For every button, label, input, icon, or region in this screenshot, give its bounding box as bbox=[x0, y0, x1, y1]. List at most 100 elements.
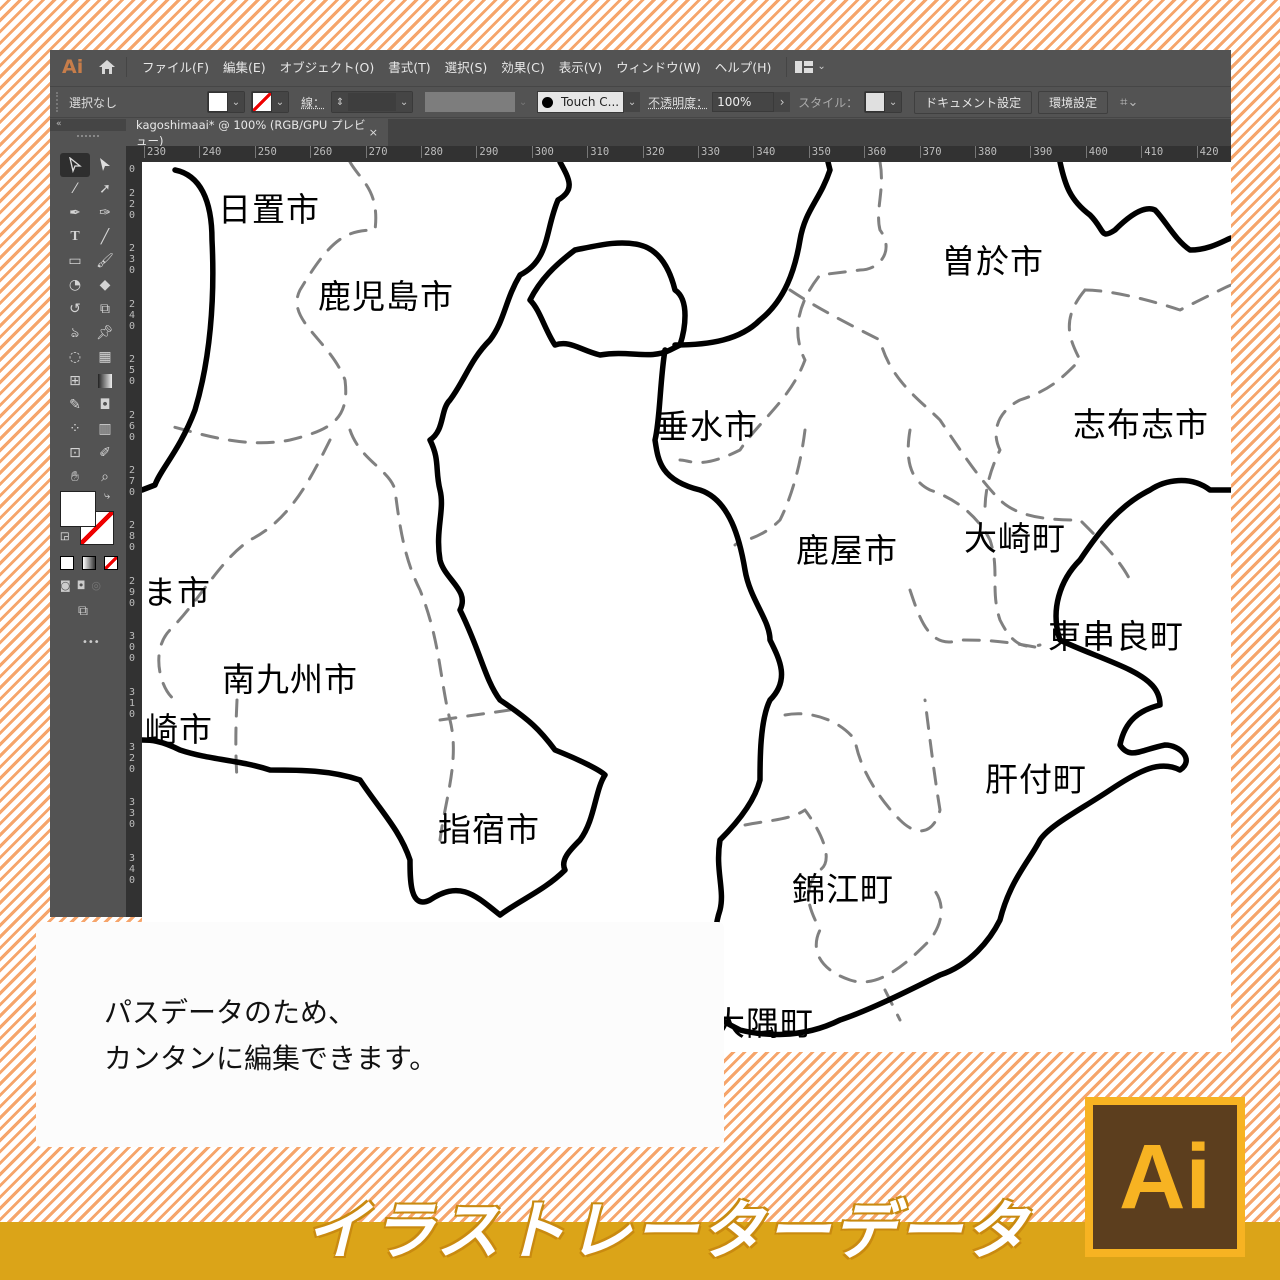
stroke-color-picker[interactable]: ⌄ bbox=[251, 91, 289, 113]
zoom-tool-icon[interactable]: ⌕ bbox=[90, 465, 120, 489]
pin-tool-icon[interactable]: 📌︎ bbox=[90, 321, 120, 345]
puppet-warp-tool-icon[interactable]: ঌ bbox=[60, 321, 90, 345]
close-icon[interactable]: × bbox=[369, 126, 378, 139]
stroke-label[interactable]: 線： bbox=[301, 94, 325, 111]
none-mode-icon[interactable] bbox=[104, 556, 118, 570]
variable-width-profile[interactable] bbox=[425, 92, 516, 112]
document-setup-button[interactable]: ドキュメント設定 bbox=[914, 90, 1033, 114]
place-label: 鹿屋市 bbox=[796, 531, 898, 570]
panel-grip[interactable] bbox=[77, 135, 99, 141]
color-mode-icon[interactable] bbox=[60, 556, 74, 570]
chevron-down-icon[interactable]: ⌄ bbox=[624, 92, 641, 112]
color-mode-buttons bbox=[60, 556, 118, 570]
magic-wand-tool-icon[interactable]: ⁄ bbox=[60, 177, 90, 201]
direct-selection-tool-icon[interactable] bbox=[90, 153, 120, 177]
blend-tool-icon[interactable]: ◘ bbox=[90, 393, 120, 417]
screen-mode-icon[interactable]: ⧉ bbox=[78, 603, 88, 619]
menu-view[interactable]: 表示(V) bbox=[559, 57, 602, 76]
illustrator-logo-inner: Ai bbox=[1093, 1105, 1237, 1249]
place-label: 日置市 bbox=[218, 190, 320, 229]
shape-builder-tool-icon[interactable]: ◌ bbox=[60, 345, 90, 369]
scale-tool-icon[interactable]: ⧉ bbox=[90, 297, 120, 321]
edit-toolbar-icon[interactable]: ••• bbox=[82, 637, 100, 648]
mesh-tool-icon[interactable]: ⊞ bbox=[60, 369, 90, 393]
rotate-tool-icon[interactable]: ↺ bbox=[60, 297, 90, 321]
draw-behind-icon[interactable]: ◘ bbox=[77, 579, 86, 592]
opacity-label[interactable]: 不透明度： bbox=[648, 94, 708, 111]
draw-normal-icon[interactable]: ◙ bbox=[60, 579, 71, 592]
hand-tool-icon[interactable]: ✋︎ bbox=[60, 465, 90, 489]
stepper-icon[interactable]: ⇕ bbox=[332, 92, 349, 112]
menu-edit[interactable]: 編集(E) bbox=[223, 57, 266, 76]
slice-tool-icon[interactable]: ✐ bbox=[90, 441, 120, 465]
home-icon[interactable] bbox=[96, 57, 118, 77]
stroke-weight-input[interactable] bbox=[348, 93, 397, 111]
ruler-tick-label: 380 bbox=[975, 146, 997, 158]
opacity-input[interactable]: 100% bbox=[712, 92, 775, 112]
curvature-tool-icon[interactable]: ✑ bbox=[90, 201, 120, 225]
draw-inside-icon[interactable]: ◎ bbox=[91, 579, 101, 592]
ruler-tick-label: 290 bbox=[129, 575, 136, 609]
default-fill-stroke-icon[interactable]: ◲ bbox=[60, 531, 69, 542]
line-tool-icon[interactable]: ╱ bbox=[90, 225, 120, 249]
collapse-panel-icon[interactable]: « bbox=[50, 119, 126, 131]
artboard-canvas[interactable] bbox=[142, 162, 1231, 917]
document-tab-title: kagoshimaai* @ 100% (RGB/GPU プレビュー) bbox=[136, 117, 366, 148]
menu-help[interactable]: ヘルプ(H) bbox=[715, 57, 772, 76]
vertical-ruler[interactable]: 0 220 230 240 250 260 270 280 290 300 310 320 330 340 bbox=[126, 146, 142, 917]
ruler-tick-label: 310 bbox=[129, 686, 136, 720]
selection-tool-icon[interactable] bbox=[60, 153, 90, 177]
gradient-mode-icon[interactable] bbox=[82, 556, 96, 570]
preferences-button[interactable]: 環境設定 bbox=[1038, 90, 1109, 114]
menu-object[interactable]: オブジェクト(O) bbox=[280, 57, 375, 76]
chevron-down-icon: ⌄ bbox=[518, 96, 528, 108]
artboard-tool-icon[interactable]: ⊡ bbox=[60, 441, 90, 465]
menu-select[interactable]: 選択(S) bbox=[445, 57, 488, 76]
ruler-tick-label: 280 bbox=[129, 520, 136, 554]
menu-file[interactable]: ファイル(F) bbox=[142, 57, 209, 76]
brush-definition-dropdown[interactable]: Touch C... bbox=[537, 91, 625, 113]
place-label: 大崎町 bbox=[964, 519, 1066, 558]
chevron-down-icon: ⌄ bbox=[817, 61, 826, 72]
arrange-documents-icon[interactable]: ⌗⌄ bbox=[1120, 95, 1138, 110]
place-label: 志布志市 bbox=[1073, 405, 1209, 444]
ruler-tick-label: 250 bbox=[129, 354, 136, 388]
column-graph-tool-icon[interactable]: ▥ bbox=[90, 417, 120, 441]
rectangle-tool-icon[interactable]: ▭ bbox=[60, 249, 90, 273]
stroke-weight-field[interactable]: ⇕ ⌄ bbox=[331, 91, 414, 113]
ruler-tick-label: 230 bbox=[129, 243, 136, 277]
horizontal-ruler[interactable]: 230 240 250 260 270 280 290 300 310 320 330 340 350 3… bbox=[142, 146, 1231, 162]
chevron-right-icon[interactable]: › bbox=[774, 92, 791, 112]
eyedropper-tool-icon[interactable]: ✎ bbox=[60, 393, 90, 417]
symbol-sprayer-tool-icon[interactable]: ⁘ bbox=[60, 417, 90, 441]
swap-fill-stroke-icon[interactable]: ⤷ bbox=[104, 489, 110, 503]
ruler-tick-label: 300 bbox=[129, 631, 136, 665]
place-label: 大隅町 bbox=[712, 1004, 814, 1043]
ruler-tick-label: 320 bbox=[129, 742, 136, 775]
type-tool-icon[interactable]: T bbox=[60, 225, 90, 249]
menu-effect[interactable]: 効果(C) bbox=[501, 57, 544, 76]
perspective-grid-tool-icon[interactable]: ▦ bbox=[90, 345, 120, 369]
workspace-switcher-icon[interactable]: ⌄ bbox=[795, 60, 826, 73]
paintbrush-tool-icon[interactable]: 🖌︎ bbox=[90, 249, 120, 273]
illustrator-logo-text: Ai bbox=[1119, 1125, 1211, 1228]
lasso-tool-icon[interactable]: ➚ bbox=[90, 177, 120, 201]
eraser-tool-icon[interactable]: ◆ bbox=[90, 273, 120, 297]
ruler-tick-label: 290 bbox=[476, 146, 498, 158]
fill-stroke-widget[interactable]: ⤷ ◲ bbox=[60, 489, 118, 547]
document-tab[interactable]: kagoshimaai* @ 100% (RGB/GPU プレビュー) × bbox=[126, 117, 388, 148]
ruler-tick-label: 320 bbox=[642, 146, 665, 158]
fill-swatch[interactable] bbox=[60, 491, 96, 527]
gradient-tool-icon[interactable] bbox=[90, 369, 120, 393]
callout-text: パスデータのため、 カンタンに編集できます。 bbox=[104, 990, 437, 1082]
menu-window[interactable]: ウィンドウ(W) bbox=[616, 57, 701, 76]
shaper-tool-icon[interactable]: ◔ bbox=[60, 273, 90, 297]
place-label: ま市 bbox=[143, 573, 211, 612]
ruler-tick-label: 340 bbox=[129, 852, 136, 886]
panel-grip[interactable] bbox=[56, 92, 61, 112]
pen-tool-icon[interactable]: ✒ bbox=[60, 201, 90, 225]
fill-color-picker[interactable]: ⌄ bbox=[207, 91, 245, 113]
graphic-style-picker[interactable]: ⌄ bbox=[864, 91, 903, 113]
ruler-tick-label: 230 bbox=[144, 146, 166, 158]
menu-type[interactable]: 書式(T) bbox=[388, 57, 430, 76]
